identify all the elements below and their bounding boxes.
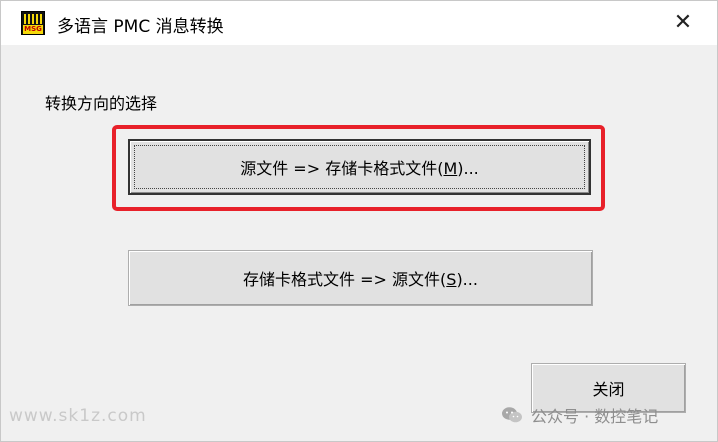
website-watermark: www.sk1z.com: [9, 406, 147, 426]
memory-card-to-source-button[interactable]: 存储卡格式文件 => 源文件(S)...: [128, 250, 593, 306]
title-bar[interactable]: MSG 多语言 PMC 消息转换 ✕: [1, 1, 717, 45]
dialog-window: MSG 多语言 PMC 消息转换 ✕ 转换方向的选择 源文件 => 存储卡格式文…: [0, 0, 718, 442]
close-icon[interactable]: ✕: [663, 7, 703, 39]
wechat-icon: [502, 407, 522, 423]
msg-app-icon: MSG: [21, 11, 45, 35]
conversion-direction-label: 转换方向的选择: [45, 94, 158, 113]
memory-card-to-source-label: 存储卡格式文件 => 源文件(S)...: [243, 270, 478, 289]
wechat-account-name: 公众号 · 数控笔记: [531, 407, 659, 426]
wechat-watermark: 公众号 · 数控笔记: [501, 403, 658, 427]
icon-label: MSG: [23, 25, 43, 34]
window-title: 多语言 PMC 消息转换: [57, 17, 224, 37]
icon-bars: [24, 14, 42, 24]
red-highlight-annotation: [112, 125, 605, 211]
